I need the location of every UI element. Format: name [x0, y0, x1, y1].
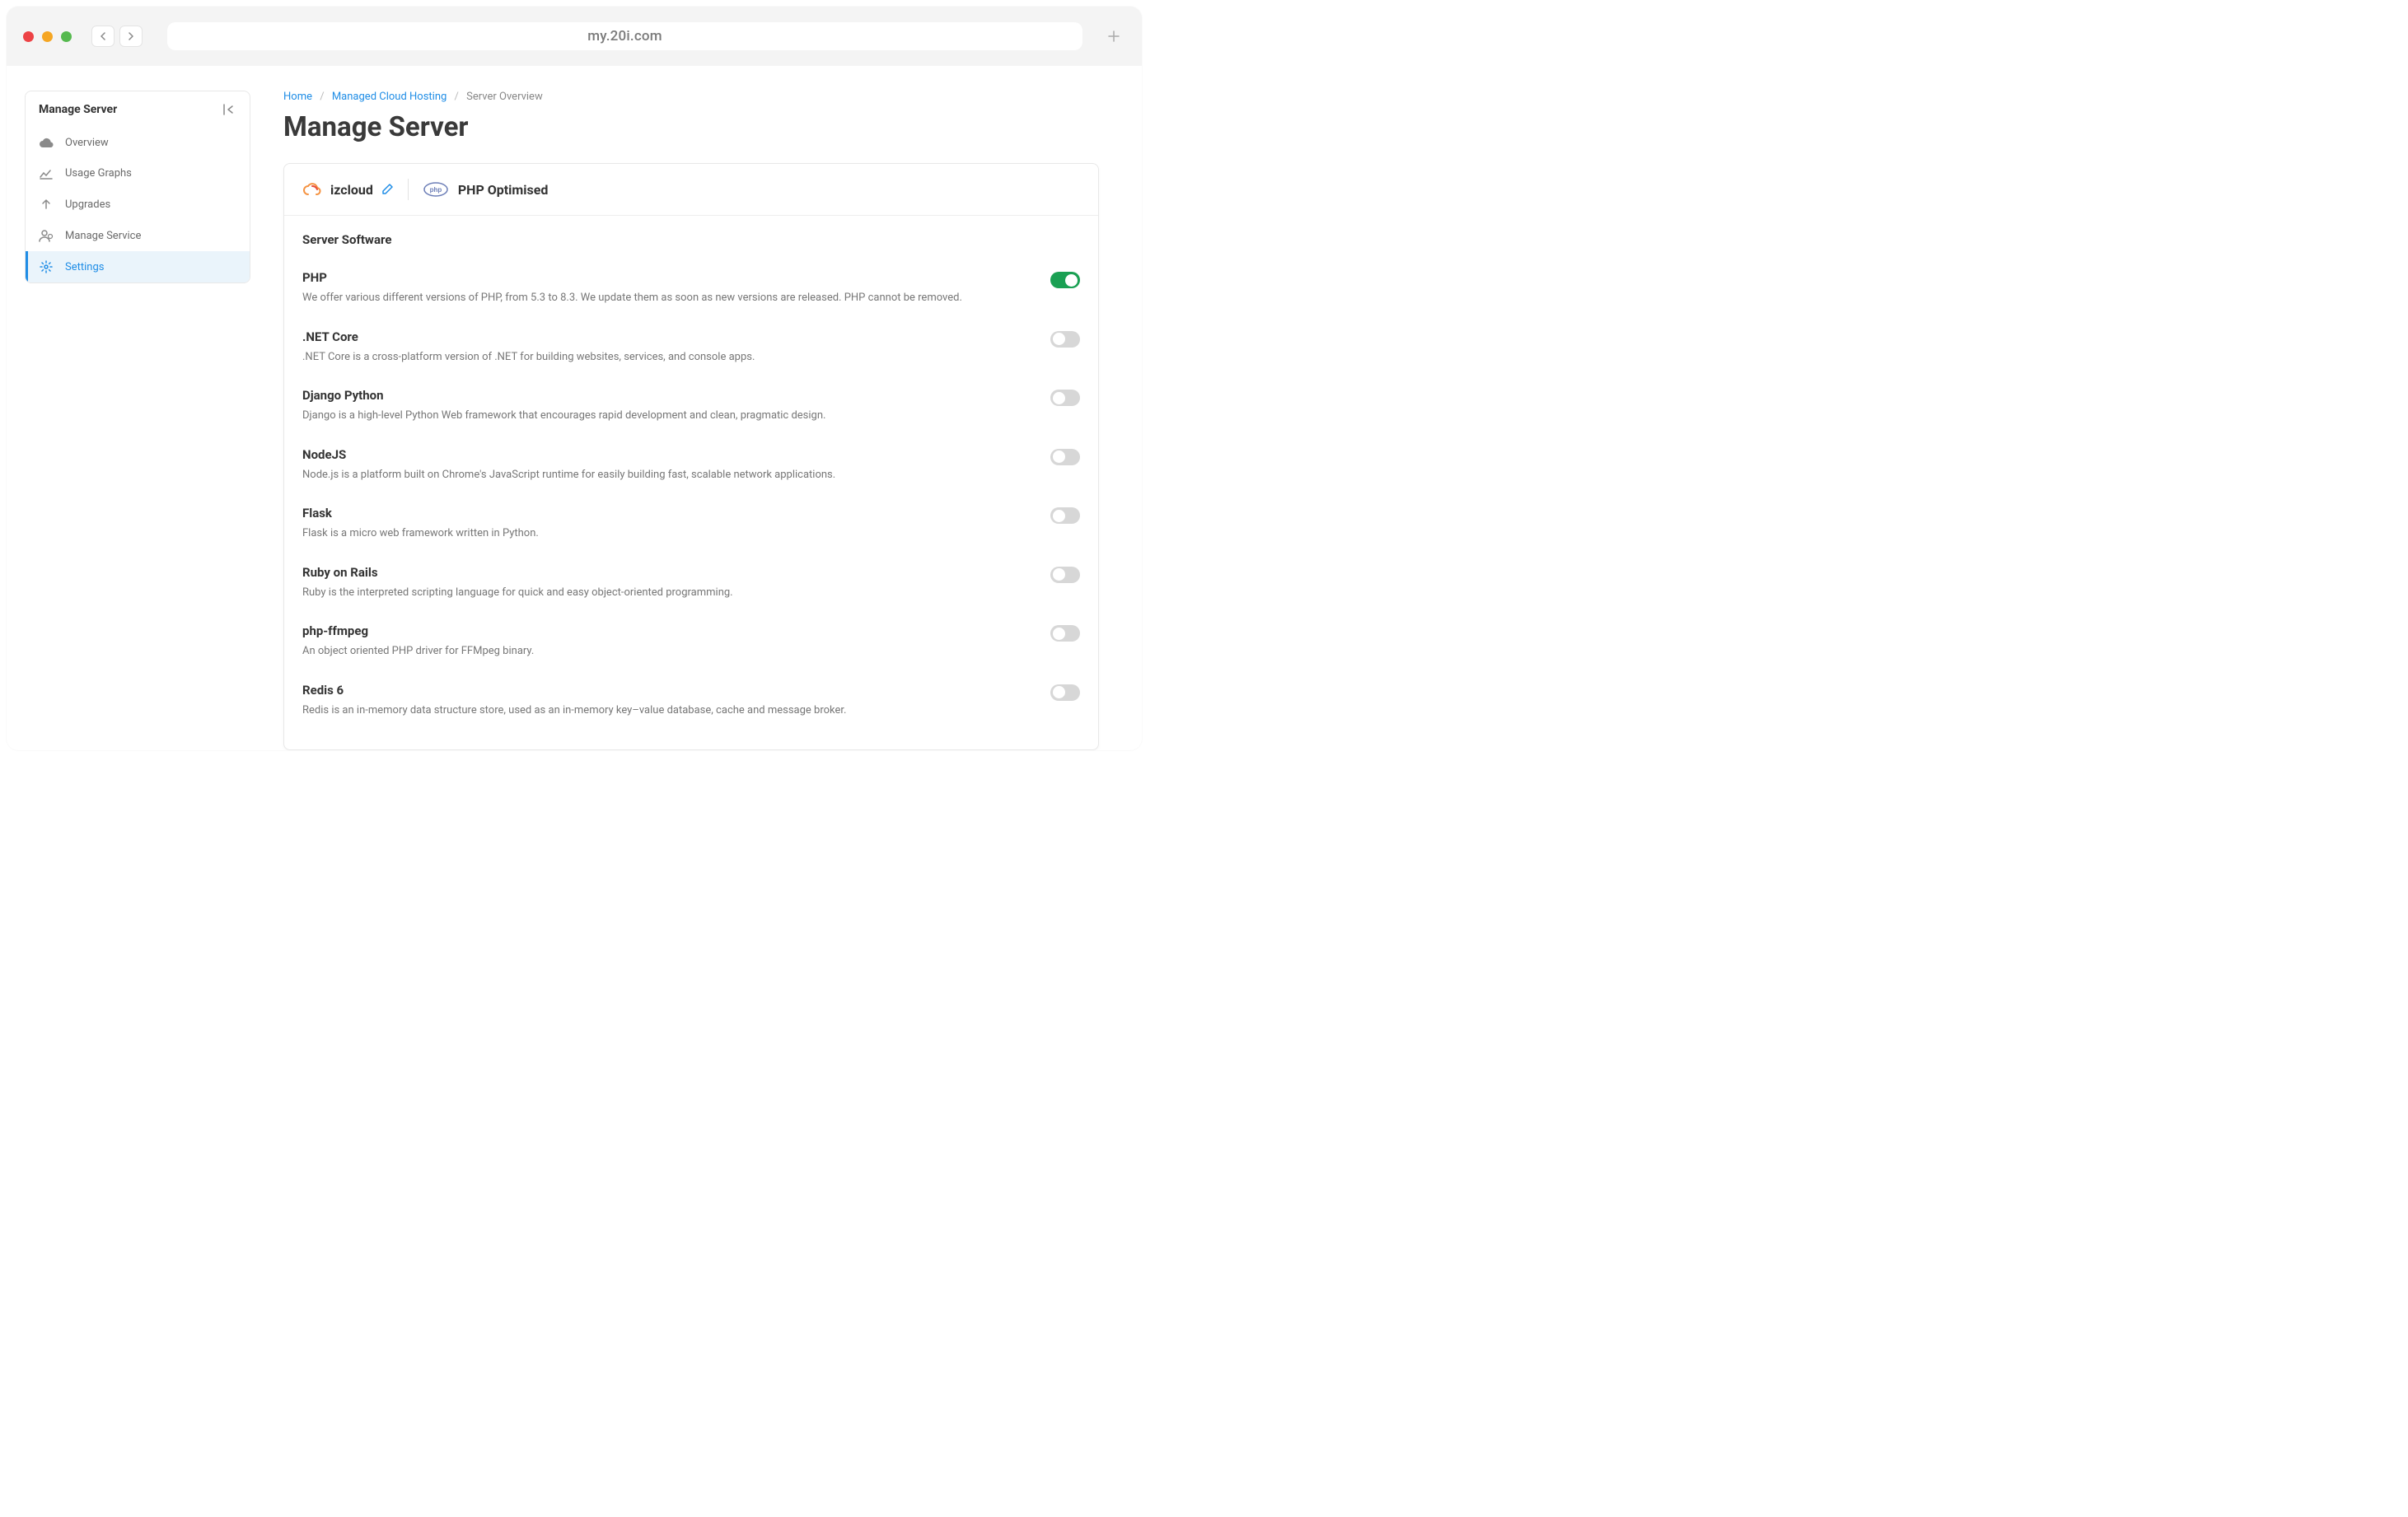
server-name: izcloud — [330, 182, 373, 198]
panel-header: izcloud php PHP Optimised — [284, 164, 1098, 216]
sidebar: Manage Server Overview — [25, 91, 250, 750]
server-panel: izcloud php PHP Optimised Server S — [283, 163, 1099, 750]
software-desc: .NET Core is a cross-platform version of… — [302, 349, 1017, 366]
software-info: php-ffmpeg An object oriented PHP driver … — [302, 623, 1050, 660]
page-content: Manage Server Overview — [7, 66, 1142, 750]
software-toggle[interactable] — [1050, 272, 1080, 288]
sidebar-item-label: Usage Graphs — [65, 167, 132, 180]
forward-button[interactable] — [119, 26, 143, 47]
cloud-logo-icon — [302, 182, 322, 197]
breadcrumb: Home / Managed Cloud Hosting / Server Ov… — [283, 91, 1099, 103]
divider — [408, 179, 409, 200]
sidebar-item-upgrades[interactable]: Upgrades — [26, 189, 250, 220]
edit-server-name-icon[interactable] — [381, 184, 393, 195]
software-name: Flask — [302, 506, 1017, 520]
software-info: NodeJS Node.js is a platform built on Chr… — [302, 447, 1050, 483]
php-logo-icon: php — [423, 182, 448, 197]
sidebar-item-label: Overview — [65, 137, 109, 149]
sidebar-item-settings[interactable]: Settings — [26, 251, 250, 282]
software-desc: Flask is a micro web framework written i… — [302, 525, 1017, 542]
breadcrumb-home[interactable]: Home — [283, 91, 312, 103]
software-name: .NET Core — [302, 329, 1017, 344]
software-name: NodeJS — [302, 447, 1017, 462]
software-info: .NET Core .NET Core is a cross-platform v… — [302, 329, 1050, 366]
window-controls — [23, 31, 72, 42]
breadcrumb-separator: / — [455, 91, 459, 103]
new-tab-button[interactable] — [1102, 25, 1125, 48]
software-toggle[interactable] — [1050, 567, 1080, 583]
back-button[interactable] — [91, 26, 115, 47]
software-desc: An object oriented PHP driver for FFMpeg… — [302, 643, 1017, 660]
panel-body: Server Software PHP We offer various diff… — [284, 216, 1098, 749]
sidebar-header: Manage Server — [26, 91, 250, 128]
software-item: .NET Core .NET Core is a cross-platform v… — [302, 321, 1080, 380]
software-desc: Django is a high-level Python Web framew… — [302, 408, 1017, 424]
sidebar-item-label: Manage Service — [65, 230, 141, 242]
sidebar-item-manage-service[interactable]: Manage Service — [26, 220, 250, 251]
main-content: Home / Managed Cloud Hosting / Server Ov… — [283, 91, 1124, 750]
breadcrumb-current: Server Overview — [466, 91, 543, 103]
sidebar-item-usage-graphs[interactable]: Usage Graphs — [26, 158, 250, 189]
software-info: Redis 6 Redis is an in-memory data struct… — [302, 683, 1050, 719]
sidebar-title: Manage Server — [39, 103, 117, 116]
sidebar-item-label: Upgrades — [65, 198, 110, 211]
software-toggle[interactable] — [1050, 625, 1080, 642]
software-item: Ruby on Rails Ruby is the interpreted scr… — [302, 557, 1080, 616]
software-item: NodeJS Node.js is a platform built on Chr… — [302, 439, 1080, 498]
software-item: Django Python Django is a high-level Pyth… — [302, 380, 1080, 439]
breadcrumb-separator: / — [320, 91, 324, 103]
software-item: PHP We offer various different versions o… — [302, 262, 1080, 321]
server-profile: PHP Optimised — [458, 182, 549, 198]
software-toggle[interactable] — [1050, 390, 1080, 406]
software-item: php-ffmpeg An object oriented PHP driver … — [302, 615, 1080, 674]
nav-buttons — [91, 26, 143, 47]
software-toggle[interactable] — [1050, 684, 1080, 701]
software-name: Redis 6 — [302, 683, 1017, 698]
sidebar-item-overview[interactable]: Overview — [26, 128, 250, 158]
software-item: Redis 6 Redis is an in-memory data struct… — [302, 674, 1080, 734]
sidebar-item-label: Settings — [65, 261, 104, 273]
software-name: Ruby on Rails — [302, 565, 1017, 580]
svg-text:php: php — [429, 186, 442, 194]
software-toggle[interactable] — [1050, 331, 1080, 348]
close-window-icon[interactable] — [23, 31, 34, 42]
software-desc: Redis is an in-memory data structure sto… — [302, 702, 1017, 719]
breadcrumb-hosting[interactable]: Managed Cloud Hosting — [332, 91, 447, 103]
page-title: Manage Server — [283, 111, 1099, 143]
url-text: my.20i.com — [587, 28, 662, 44]
browser-toolbar: my.20i.com — [7, 7, 1142, 66]
software-info: Ruby on Rails Ruby is the interpreted scr… — [302, 565, 1050, 601]
cloud-icon — [39, 138, 54, 149]
upload-icon — [39, 198, 54, 211]
software-name: Django Python — [302, 388, 1017, 403]
software-item: Flask Flask is a micro web framework writ… — [302, 497, 1080, 557]
software-desc: Node.js is a platform built on Chrome's … — [302, 467, 1017, 483]
minimize-window-icon[interactable] — [42, 31, 53, 42]
software-info: Flask Flask is a micro web framework writ… — [302, 506, 1050, 542]
software-info: PHP We offer various different versions o… — [302, 270, 1050, 306]
software-toggle[interactable] — [1050, 507, 1080, 524]
sidebar-list: Overview Usage Graphs Upgrades — [26, 128, 250, 282]
browser-window: my.20i.com Manage Server — [7, 7, 1142, 750]
server-badge: izcloud — [302, 182, 393, 198]
software-name: php-ffmpeg — [302, 623, 1017, 638]
user-gear-icon — [39, 229, 54, 242]
software-toggle[interactable] — [1050, 449, 1080, 465]
section-title: Server Software — [302, 232, 1080, 247]
software-name: PHP — [302, 270, 1017, 285]
chart-icon — [39, 168, 54, 180]
php-badge: php PHP Optimised — [423, 182, 549, 198]
gear-icon — [39, 260, 54, 273]
software-list: PHP We offer various different versions o… — [302, 262, 1080, 733]
url-bar[interactable]: my.20i.com — [167, 22, 1082, 50]
maximize-window-icon[interactable] — [61, 31, 72, 42]
software-info: Django Python Django is a high-level Pyth… — [302, 388, 1050, 424]
collapse-sidebar-icon[interactable] — [223, 104, 236, 115]
software-desc: We offer various different versions of P… — [302, 290, 1017, 306]
sidebar-card: Manage Server Overview — [25, 91, 250, 283]
software-desc: Ruby is the interpreted scripting langua… — [302, 585, 1017, 601]
